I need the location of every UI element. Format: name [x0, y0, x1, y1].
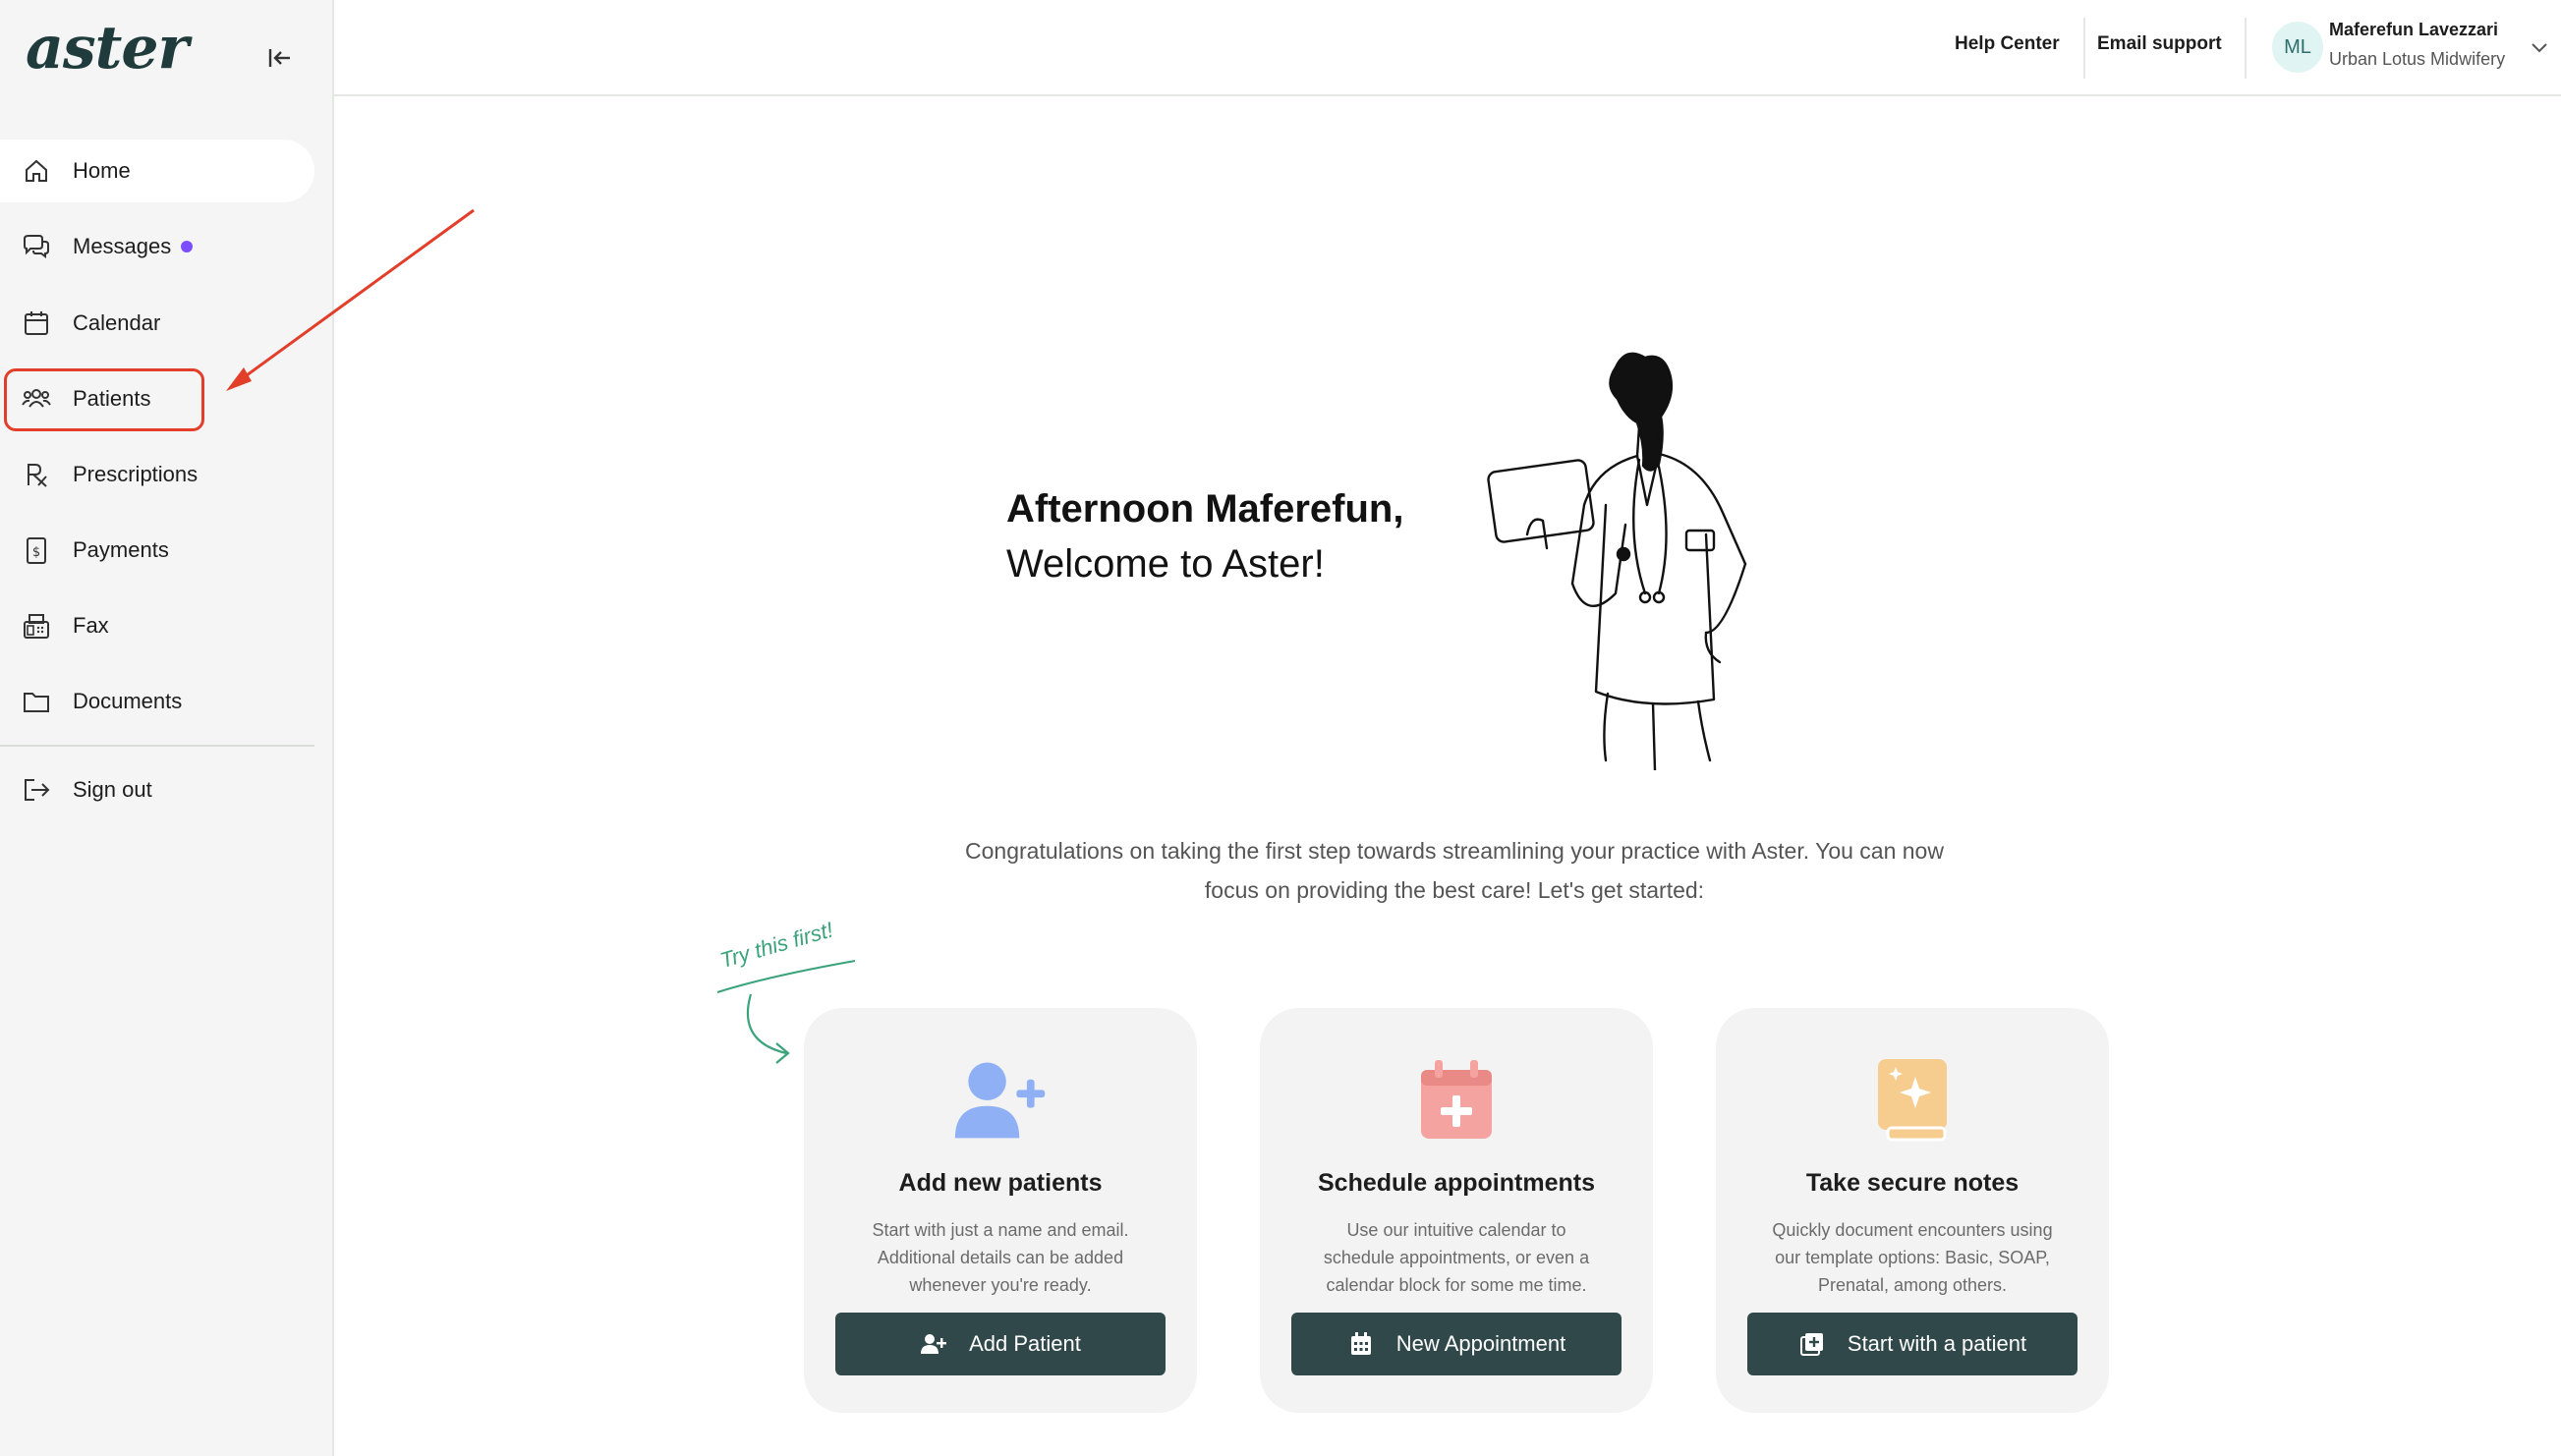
card-add-patients: Add new patients Start with just a name …	[804, 1008, 1197, 1413]
sidebar-item-label: Calendar	[73, 310, 161, 335]
card-title: Schedule appointments	[1318, 1169, 1595, 1197]
collapse-left-icon	[268, 49, 290, 67]
note-add-icon	[1798, 1330, 1826, 1358]
aster-logo[interactable]: aster	[26, 14, 189, 83]
sidebar-divider	[0, 745, 314, 747]
sidebar-item-label: Fax	[73, 613, 109, 638]
email-support-link[interactable]: Email support	[2097, 33, 2222, 55]
intro-text: Congratulations on taking the first step…	[965, 838, 1944, 903]
collapse-sidebar-button[interactable]	[261, 41, 299, 75]
folder-icon	[20, 685, 53, 718]
sidebar-item-documents[interactable]: Documents	[0, 670, 314, 733]
sidebar-item-payments[interactable]: $ Payments	[0, 519, 314, 582]
button-label: New Appointment	[1395, 1331, 1566, 1356]
card-secure-notes: Take secure notes Quickly document encou…	[1716, 1008, 2109, 1413]
greeting-line-1: Afternoon Maferefun,	[1006, 487, 1404, 531]
calendar-add-icon	[1407, 1055, 1506, 1144]
sidebar: aster Home Messages Calendar Patients Pr…	[0, 0, 334, 1456]
sign-out-icon	[20, 773, 53, 807]
sidebar-item-patients[interactable]: Patients	[0, 367, 314, 430]
messages-icon	[20, 230, 53, 263]
avatar[interactable]: ML	[2272, 22, 2323, 73]
card-title: Take secure notes	[1805, 1169, 2020, 1197]
sidebar-item-label: Documents	[73, 689, 183, 713]
top-header: Help Center Email support ML Maferefun L…	[334, 0, 2561, 96]
sidebar-item-label: Prescriptions	[73, 462, 199, 486]
patients-icon	[20, 382, 53, 416]
sidebar-item-messages[interactable]: Messages	[0, 215, 314, 278]
help-center-link[interactable]: Help Center	[1955, 33, 2060, 55]
user-org: Urban Lotus Midwifery	[2329, 49, 2506, 69]
add-user-icon	[920, 1330, 947, 1358]
sidebar-item-fax[interactable]: Fax	[0, 594, 314, 657]
card-description: Quickly document encounters using our te…	[1772, 1220, 2053, 1295]
header-divider	[2245, 18, 2247, 79]
sidebar-item-label: Home	[73, 158, 131, 183]
nurse-illustration	[1487, 352, 1747, 770]
button-label: Add Patient	[969, 1331, 1081, 1356]
sign-out-button[interactable]: Sign out	[0, 758, 314, 821]
add-patient-button[interactable]: Add Patient	[835, 1313, 1166, 1375]
sign-out-label: Sign out	[73, 777, 152, 802]
card-description: Start with just a name and email. Additi…	[872, 1220, 1129, 1295]
card-schedule-appointments: Schedule appointments Use our intuitive …	[1260, 1008, 1653, 1413]
add-user-icon	[951, 1055, 1050, 1144]
svg-text:$: $	[32, 545, 40, 560]
app-root: aster Home Messages Calendar Patients Pr…	[0, 0, 2561, 1456]
sidebar-item-prescriptions[interactable]: Prescriptions	[0, 443, 314, 506]
calendar-icon	[1347, 1330, 1375, 1358]
sidebar-item-label: Patients	[73, 386, 151, 411]
sidebar-item-label: Messages	[73, 234, 172, 258]
calendar-icon	[20, 307, 53, 340]
payments-icon: $	[20, 533, 53, 567]
notes-book-icon	[1863, 1055, 1962, 1144]
card-title: Add new patients	[898, 1169, 1103, 1197]
fax-icon	[20, 609, 53, 643]
header-divider	[2083, 18, 2085, 79]
prescription-icon	[20, 458, 53, 491]
home-icon	[20, 154, 53, 188]
new-appointment-button[interactable]: New Appointment	[1291, 1313, 1622, 1375]
greeting-line-2: Welcome to Aster!	[1006, 542, 1325, 586]
card-description: Use our intuitive calendar to schedule a…	[1323, 1220, 1590, 1295]
sidebar-item-calendar[interactable]: Calendar	[0, 292, 314, 355]
start-with-patient-button[interactable]: Start with a patient	[1747, 1313, 2077, 1375]
sidebar-item-label: Payments	[73, 537, 169, 562]
sidebar-item-home[interactable]: Home	[0, 140, 314, 202]
user-name: Maferefun Lavezzari	[2329, 20, 2499, 39]
chevron-down-icon[interactable]	[2528, 35, 2551, 59]
button-label: Start with a patient	[1847, 1331, 2027, 1356]
unread-dot	[181, 241, 194, 252]
